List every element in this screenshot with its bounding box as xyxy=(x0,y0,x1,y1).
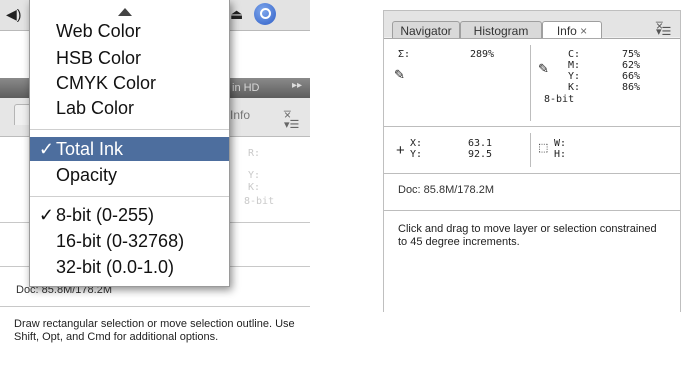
menu-item-label: Lab Color xyxy=(56,98,135,118)
menu-item-label: 32-bit (0.0-1.0) xyxy=(56,257,175,277)
collapse-icon[interactable]: _ × xyxy=(284,99,291,121)
close-icon[interactable]: × xyxy=(580,24,587,38)
menu-item-total-ink[interactable]: ✓ Total Ink xyxy=(30,137,229,161)
c-label: C: xyxy=(567,49,580,60)
k-value: 86% xyxy=(622,82,641,93)
panel-tab-bar: Navigator Histogram Info × _ × ▾☰ xyxy=(384,10,680,40)
y-label: Y: xyxy=(410,149,423,160)
divider xyxy=(384,210,680,211)
panel-menu-icon[interactable]: ▾☰ xyxy=(656,25,671,38)
sigma-label: Σ: xyxy=(398,49,411,60)
eyedropper-icon[interactable]: ✎ xyxy=(394,67,405,83)
m-value: 62% xyxy=(622,60,641,71)
menu-separator xyxy=(30,129,229,130)
search-icon[interactable] xyxy=(254,3,276,25)
menu-item-lab-color[interactable]: Lab Color xyxy=(30,96,229,120)
x-label: X: xyxy=(410,138,423,149)
menu-item-label: Web Color xyxy=(56,21,141,41)
expand-dock-icon[interactable]: ▸▸ xyxy=(292,80,302,91)
divider xyxy=(530,45,531,121)
menu-item-opacity[interactable]: Opacity xyxy=(30,163,229,187)
m-label: M: xyxy=(567,60,580,71)
w-label: W: xyxy=(554,138,567,149)
help-text: Click and drag to move layer or selectio… xyxy=(398,223,657,248)
help-text: Draw rectangular selection or move selec… xyxy=(14,318,295,343)
eject-icon[interactable]: ⏏ xyxy=(230,6,243,23)
y-value: 66% xyxy=(622,71,641,82)
menu-item-label: 16-bit (0-32768) xyxy=(56,231,185,251)
eyedropper-icon[interactable]: ✎ xyxy=(538,61,549,77)
menu-item-label: Opacity xyxy=(56,165,118,185)
checkmark-icon: ✓ xyxy=(38,205,54,225)
x-value: 63.1 xyxy=(468,138,493,149)
y-value: 92.5 xyxy=(468,149,493,160)
info-readouts: Σ: 289% ✎ ✎ C: 75% M: 62% Y: 66% K: 86% … xyxy=(384,38,680,312)
sigma-value: 289% xyxy=(470,49,495,60)
ghost-bit-label: 8-bit xyxy=(244,196,275,207)
divider xyxy=(530,133,531,167)
h-label: H: xyxy=(554,149,567,160)
y-label: Y: xyxy=(567,71,580,82)
menu-item-label: CMYK Color xyxy=(56,73,157,93)
panel-menu-icon[interactable]: ▾☰ xyxy=(284,118,299,131)
k-label: K: xyxy=(567,82,580,93)
doc-size: Doc: 85.8M/178.2M xyxy=(398,184,494,196)
ghost-y-label: Y: xyxy=(248,170,261,181)
divider xyxy=(0,306,310,307)
menu-item-cmyk-color[interactable]: CMYK Color xyxy=(30,71,229,95)
info-panel: Navigator Histogram Info × _ × ▾☰ Σ: 289%… xyxy=(383,10,681,312)
speaker-icon[interactable]: ◀︎) xyxy=(6,6,21,23)
scroll-up-arrow-icon[interactable] xyxy=(118,8,132,16)
readout-mode-menu: Web Color HSB Color CMYK Color Lab Color… xyxy=(29,0,230,287)
tab-label: Info xyxy=(556,24,577,38)
c-value: 75% xyxy=(622,49,641,60)
crosshair-icon: + xyxy=(396,142,405,159)
menu-item-label: 8-bit (0-255) xyxy=(56,205,155,225)
ghost-r-label: R: xyxy=(248,148,261,159)
menu-item-8-bit[interactable]: ✓ 8-bit (0-255) xyxy=(30,203,229,227)
menu-item-hsb-color[interactable]: HSB Color xyxy=(30,46,229,70)
menu-item-web-color[interactable]: Web Color xyxy=(30,19,229,43)
divider xyxy=(384,126,680,127)
menu-item-label: Total Ink xyxy=(56,139,124,159)
divider xyxy=(384,173,680,174)
ghost-k-label: K: xyxy=(248,182,261,193)
tab-label: Navigator xyxy=(400,24,452,38)
bit-depth: 8-bit xyxy=(544,94,575,105)
menu-separator xyxy=(30,196,229,197)
tab-info[interactable]: Info xyxy=(230,108,250,122)
dock-bar-text: in HD xyxy=(232,82,260,94)
menu-item-label: HSB Color xyxy=(56,48,142,68)
checkmark-icon: ✓ xyxy=(38,139,54,159)
marquee-icon: ⬚ xyxy=(538,142,549,154)
tab-label: Histogram xyxy=(473,24,529,38)
menu-item-16-bit[interactable]: 16-bit (0-32768) xyxy=(30,229,229,253)
menu-item-32-bit[interactable]: 32-bit (0.0-1.0) xyxy=(30,255,229,279)
